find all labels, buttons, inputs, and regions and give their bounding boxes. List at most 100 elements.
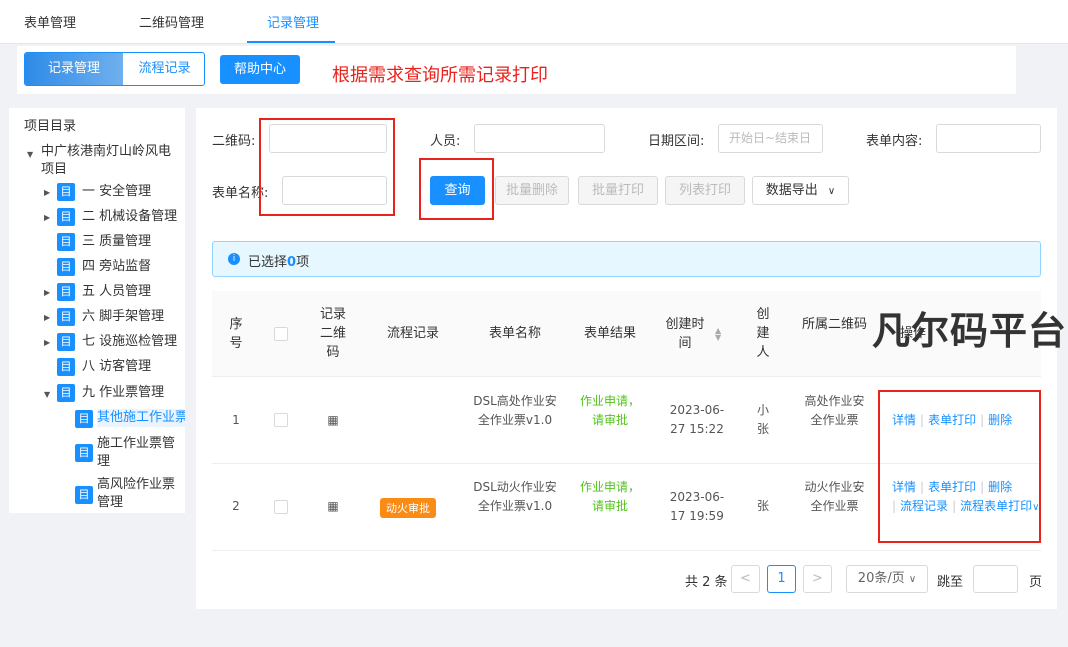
pager-total: 共 2 条	[685, 575, 728, 590]
select-all-checkbox[interactable]	[274, 327, 288, 341]
row-checkbox[interactable]	[274, 500, 288, 514]
caret-right-icon[interactable]: ▶	[44, 313, 50, 322]
row-checkbox[interactable]	[274, 413, 288, 427]
main-panel: 二维码: 人员: 日期区间: 开始日~结束日 表单内容: 表单名称: 查询 批量…	[196, 108, 1057, 609]
tab-record-management[interactable]: 记录管理	[267, 12, 319, 31]
tree-item-work-ticket[interactable]: 九 作业票管理	[82, 384, 164, 402]
watermark-logo: 凡尔码平台	[872, 309, 1068, 353]
content-input[interactable]	[936, 124, 1041, 153]
selection-text: 已选择0项	[248, 255, 310, 270]
sub-toolbar: 记录管理 流程记录 帮助中心 根据需求查询所需记录打印	[17, 46, 1016, 94]
tree-root[interactable]: 中广核港南灯山岭风电项目	[41, 143, 181, 179]
prev-page-button[interactable]: <	[731, 565, 760, 593]
row-result: 作业申请，请审批	[579, 394, 640, 427]
list-print-button[interactable]: 列表打印	[665, 176, 745, 205]
col-form-name: 表单名称	[488, 326, 541, 341]
tree-subitem-high-risk-ticket[interactable]: 高风险作业票管理	[97, 476, 179, 512]
project-tree: 项目目录 ▼ 中广核港南灯山岭风电项目 ▶ 目 一 安全管理 ▶ 目 二 机械设…	[9, 108, 185, 513]
annotation-note: 根据需求查询所需记录打印	[332, 65, 548, 86]
row-created: 2023-06-17 19:59	[669, 490, 725, 523]
active-tab-underline	[247, 41, 335, 43]
annotation-box-query	[419, 158, 494, 220]
next-page-button[interactable]: >	[803, 565, 832, 593]
caret-right-icon[interactable]: ▶	[44, 188, 50, 197]
list-icon: 目	[75, 410, 93, 428]
tree-item-scaffold[interactable]: 六 脚手架管理	[82, 308, 164, 326]
list-icon: 目	[57, 333, 75, 351]
col-result: 表单结果	[583, 326, 636, 341]
date-range-input[interactable]: 开始日~结束日	[718, 124, 823, 153]
list-icon: 目	[57, 233, 75, 251]
caret-down-icon[interactable]: ▼	[27, 150, 33, 159]
tree-item-personnel[interactable]: 五 人员管理	[82, 283, 151, 301]
record-management-segment[interactable]: 记录管理	[25, 53, 123, 85]
tree-item-visitor[interactable]: 八 访客管理	[82, 358, 151, 376]
col-seq: 序号	[229, 317, 243, 351]
row-created: 2023-06-27 15:22	[669, 403, 725, 436]
tree-item-inspection[interactable]: 七 设施巡检管理	[82, 333, 177, 351]
col-flow: 流程记录	[386, 326, 439, 341]
row-result: 作业申请，请审批	[579, 480, 640, 513]
row-qr-owner: 动火作业安全作业票	[804, 480, 865, 513]
col-created[interactable]: 创建时间	[665, 315, 705, 353]
list-icon: 目	[57, 183, 75, 201]
tree-item-safety[interactable]: 一 安全管理	[82, 183, 151, 201]
flow-record-segment[interactable]: 流程记录	[123, 53, 204, 85]
tree-item-machinery[interactable]: 二 机械设备管理	[82, 208, 177, 226]
row-creator: 张	[756, 499, 769, 513]
list-icon: 目	[57, 208, 75, 226]
chevron-down-icon: ∨	[827, 186, 836, 197]
selection-alert: i 已选择0项	[212, 241, 1041, 277]
qrcode-icon[interactable]: ▦	[323, 411, 343, 430]
jump-label: 跳至	[937, 575, 964, 590]
page-size-select[interactable]: 20条/页 ∨	[846, 565, 928, 593]
batch-print-button[interactable]: 批量打印	[578, 176, 658, 205]
page-size-label: 20条/页	[857, 571, 905, 586]
chevron-down-icon: ∨	[908, 574, 917, 585]
tree-item-supervision[interactable]: 四 旁站监督	[82, 258, 151, 276]
row-seq: 2	[232, 499, 240, 513]
view-switch: 记录管理 流程记录	[24, 52, 205, 86]
list-icon: 目	[57, 308, 75, 326]
caret-right-icon[interactable]: ▶	[44, 338, 50, 347]
tree-item-quality[interactable]: 三 质量管理	[82, 233, 151, 251]
export-dropdown[interactable]: 数据导出 ∨	[752, 176, 849, 205]
batch-delete-button[interactable]: 批量删除	[495, 176, 569, 205]
date-range-label: 日期区间:	[648, 134, 705, 149]
help-center-button[interactable]: 帮助中心	[220, 55, 300, 84]
content-label: 表单内容:	[866, 134, 923, 149]
top-navigation: 表单管理 二维码管理 记录管理	[0, 0, 1068, 44]
col-creator: 创建人	[756, 307, 770, 360]
sort-icon[interactable]: ▲ ▼	[715, 327, 721, 342]
caret-down-icon[interactable]: ▼	[44, 390, 50, 399]
list-icon: 目	[57, 358, 75, 376]
caret-right-icon[interactable]: ▶	[44, 288, 50, 297]
tree-title: 项目目录	[24, 119, 77, 134]
list-icon: 目	[75, 486, 93, 504]
info-icon: i	[228, 253, 240, 265]
qrcode-label: 二维码:	[212, 134, 256, 149]
row-creator: 小张	[756, 403, 769, 436]
tab-qrcode-management[interactable]: 二维码管理	[139, 12, 204, 31]
tree-subitem-other-ticket[interactable]: 其他施工作业票	[97, 409, 185, 427]
qrcode-icon[interactable]: ▦	[323, 497, 343, 516]
tab-form-management[interactable]: 表单管理	[24, 12, 76, 31]
row-form-name: DSL高处作业安全作业票v1.0	[473, 394, 557, 427]
person-label: 人员:	[430, 134, 461, 149]
tree-subitem-construction-ticket[interactable]: 施工作业票管理	[97, 435, 179, 471]
page-unit: 页	[1029, 575, 1043, 590]
page-1-button[interactable]: 1	[767, 565, 796, 593]
export-label: 数据导出	[765, 183, 818, 198]
list-icon: 目	[57, 258, 75, 276]
col-qr-owner: 所属二维码	[802, 317, 868, 332]
jump-page-input[interactable]	[973, 565, 1018, 593]
annotation-box-qrcode	[259, 118, 395, 216]
list-icon: 目	[57, 283, 75, 301]
annotation-box-actions	[878, 390, 1041, 543]
flow-status-tag[interactable]: 动火审批	[380, 498, 436, 518]
list-icon: 目	[57, 384, 75, 402]
caret-right-icon[interactable]: ▶	[44, 213, 50, 222]
col-record-qr: 记录二维码	[320, 307, 347, 360]
person-input[interactable]	[474, 124, 605, 153]
row-form-name: DSL动火作业安全作业票v1.0	[473, 480, 557, 513]
